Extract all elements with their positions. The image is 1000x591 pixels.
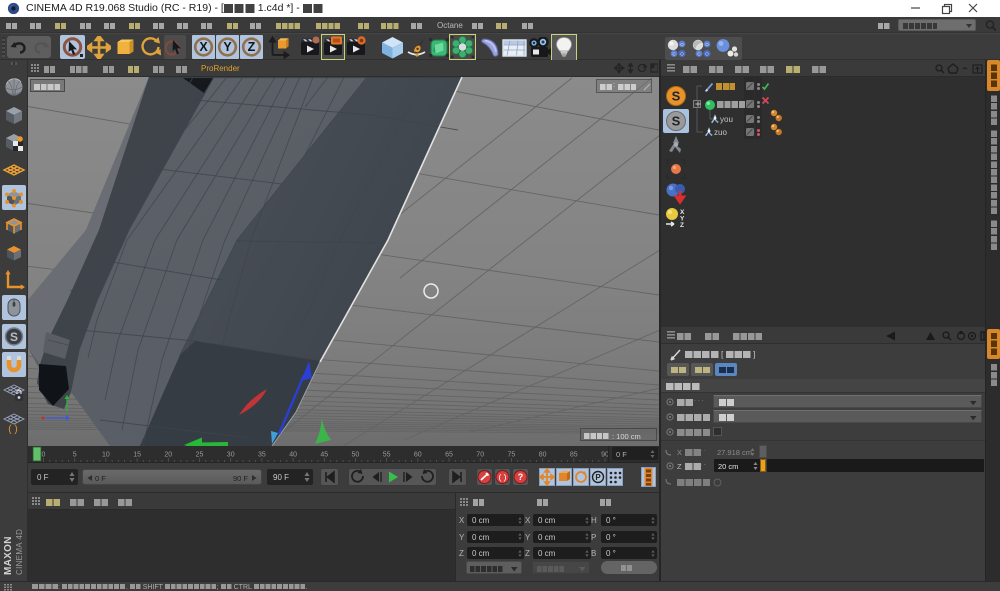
svg-text:S: S bbox=[672, 114, 681, 129]
svg-text:15: 15 bbox=[133, 452, 141, 459]
svg-text:30: 30 bbox=[227, 452, 235, 459]
svg-text:S: S bbox=[10, 330, 18, 344]
svg-text:O: O bbox=[705, 51, 709, 56]
svg-text:25: 25 bbox=[196, 452, 204, 459]
svg-text:( ): ( ) bbox=[498, 472, 506, 482]
svg-text:45: 45 bbox=[320, 452, 328, 459]
svg-text:80: 80 bbox=[539, 452, 547, 459]
svg-text:65: 65 bbox=[445, 452, 453, 459]
svg-text:50: 50 bbox=[352, 452, 360, 459]
svg-text:55: 55 bbox=[383, 452, 391, 459]
svg-text:Y: Y bbox=[223, 40, 232, 54]
svg-text:70: 70 bbox=[476, 452, 484, 459]
svg-text:Z: Z bbox=[680, 222, 684, 229]
svg-text:40: 40 bbox=[289, 452, 297, 459]
svg-text:O: O bbox=[680, 51, 684, 56]
svg-text:( ): ( ) bbox=[8, 424, 17, 435]
svg-text:5: 5 bbox=[73, 452, 77, 459]
svg-text:O: O bbox=[705, 42, 709, 47]
svg-text:35: 35 bbox=[258, 452, 266, 459]
svg-text:X: X bbox=[199, 40, 208, 54]
svg-text:0: 0 bbox=[42, 452, 46, 459]
svg-text:P: P bbox=[595, 473, 601, 482]
svg-text:75: 75 bbox=[508, 452, 516, 459]
svg-text:S: S bbox=[672, 89, 681, 104]
svg-text:10: 10 bbox=[102, 452, 110, 459]
svg-text:20: 20 bbox=[164, 452, 172, 459]
svg-text:Z: Z bbox=[248, 40, 256, 54]
svg-text:?: ? bbox=[518, 472, 524, 482]
svg-text:O: O bbox=[680, 42, 684, 47]
svg-text:60: 60 bbox=[414, 452, 422, 459]
svg-text:85: 85 bbox=[570, 452, 578, 459]
